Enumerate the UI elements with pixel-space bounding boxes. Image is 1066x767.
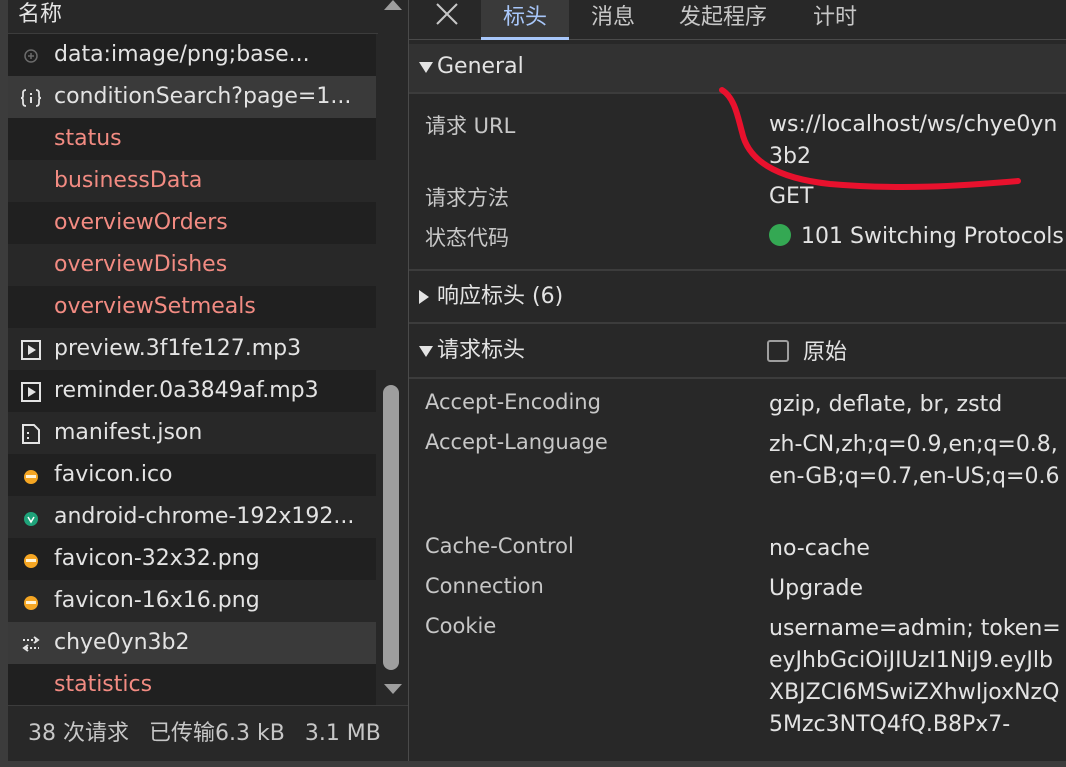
header-name: Connection [425,574,544,598]
request-row[interactable]: favicon.ico [8,454,376,496]
name-column-label: 名称 [18,2,63,27]
request-count: 38 次请求 [28,721,129,746]
section-divider [409,322,1066,324]
section-divider [409,377,1066,379]
request-method-label: 请求方法 [425,186,509,210]
general-section-header[interactable]: General [409,44,1066,92]
collapse-arrow-icon [419,290,429,304]
expand-arrow-icon [419,346,433,357]
request-name: favicon-16x16.png [54,588,260,613]
request-rows: data:image/png;base... conditionSearch?p… [8,34,376,706]
request-row[interactable]: reminder.0a3849af.mp3 [8,370,376,412]
status-code-value[interactable]: 101 Switching Protocols [769,221,1064,253]
request-name: status [54,126,122,151]
request-name: overviewDishes [54,252,228,277]
fetch-icon [20,89,42,107]
request-row[interactable]: manifest.json [8,412,376,454]
resource-size: 3.1 MB [304,721,381,746]
section-divider [409,92,1066,94]
request-list-panel: 名称 data:image/png;base... conditionSearc… [0,0,408,767]
expand-arrow-icon [419,62,433,73]
request-row[interactable]: overviewOrders [8,202,376,244]
raw-checkbox[interactable] [767,340,789,362]
request-detail-panel: 标头 消息 发起程序 计时 General 请求 URL ws://localh… [408,0,1066,761]
summary-bar: 38 次请求 已传输6.3 kB 3.1 MB [8,705,408,761]
request-method-value[interactable]: GET [769,181,813,213]
transferred-size: 已传输6.3 kB [149,721,285,746]
request-row[interactable]: data:image/png;base... [8,34,376,76]
scroll-thumb[interactable] [383,385,399,670]
request-name: favicon.ico [54,462,173,487]
media-icon [21,340,41,360]
request-row[interactable]: status [8,118,376,160]
header-name: Accept-Encoding [425,390,601,414]
request-name: overviewOrders [54,210,228,235]
request-row[interactable]: favicon-32x32.png [8,538,376,580]
header-value[interactable]: username=admin; token=eyJhbGciOiJIUzI1Ni… [769,613,1066,761]
request-name: overviewSetmeals [54,294,256,319]
request-row[interactable]: businessData [8,160,376,202]
section-divider [409,269,1066,271]
status-code-text: 101 Switching Protocols [801,224,1064,249]
scroll-down-arrow-icon[interactable] [384,684,402,694]
tab-initiator[interactable]: 发起程序 [665,0,781,40]
media-icon [21,382,41,402]
favicon-orange-icon [24,470,38,484]
request-row[interactable]: favicon-16x16.png [8,580,376,622]
request-name: manifest.json [54,420,203,445]
request-row[interactable]: chye0yn3b2 [8,622,376,664]
request-name: reminder.0a3849af.mp3 [54,378,319,403]
image-icon [24,49,38,63]
header-name: Accept-Language [425,430,608,454]
request-name: favicon-32x32.png [54,546,260,571]
panel-border [0,0,8,767]
request-name: statistics [54,672,153,697]
header-value[interactable]: Upgrade [769,573,863,605]
request-row[interactable]: overviewDishes [8,244,376,286]
favicon-orange-icon [24,554,38,568]
request-row[interactable]: android-chrome-192x192... [8,496,376,538]
header-value[interactable]: zh-CN,zh;q=0.9,en;q=0.8,en-GB;q=0.7,en-U… [769,429,1066,493]
request-row[interactable]: overviewSetmeals [8,286,376,328]
request-url-value[interactable]: ws://localhost/ws/chye0yn3b2 [769,109,1066,173]
request-row[interactable]: statistics [8,664,376,706]
request-url-label: 请求 URL [425,114,516,138]
scroll-up-arrow-icon[interactable] [384,0,402,10]
status-ok-icon [769,224,791,246]
favicon-green-icon [24,512,38,526]
request-name: chye0yn3b2 [54,630,190,655]
request-name: businessData [54,168,203,193]
request-name: preview.3f1fe127.mp3 [54,336,302,361]
list-scrollbar[interactable] [378,0,408,705]
status-code-label: 状态代码 [425,226,509,250]
response-headers-section-header[interactable]: 响应标头 (6) [409,272,1066,322]
tab-timing[interactable]: 计时 [799,0,871,40]
response-headers-title: 响应标头 (6) [437,284,564,309]
header-value[interactable]: no-cache [769,533,870,565]
request-name: android-chrome-192x192... [54,504,355,529]
request-headers-section-header[interactable]: 请求标头 原始 [409,325,1066,377]
detail-tabbar: 标头 消息 发起程序 计时 [409,0,1066,40]
bottom-scroll-strip [0,761,1066,767]
header-name: Cache-Control [425,534,574,558]
name-column-header[interactable]: 名称 [8,0,378,34]
tab-headers[interactable]: 标头 [481,0,569,40]
tab-messages[interactable]: 消息 [577,0,649,40]
favicon-orange-icon [24,596,38,610]
request-name: data:image/png;base... [54,42,310,67]
header-name: Cookie [425,614,497,638]
raw-checkbox-label: 原始 [803,340,848,365]
websocket-icon [22,636,40,652]
header-value[interactable]: gzip, deflate, br, zstd [769,389,1002,421]
request-row[interactable]: conditionSearch?page=1... [8,76,376,118]
request-headers-title: 请求标头 [437,338,526,363]
document-icon [22,424,40,444]
request-row[interactable]: preview.3f1fe127.mp3 [8,328,376,370]
close-icon[interactable] [433,0,463,30]
request-name: conditionSearch?page=1... [54,84,352,109]
general-section-title: General [437,54,524,79]
